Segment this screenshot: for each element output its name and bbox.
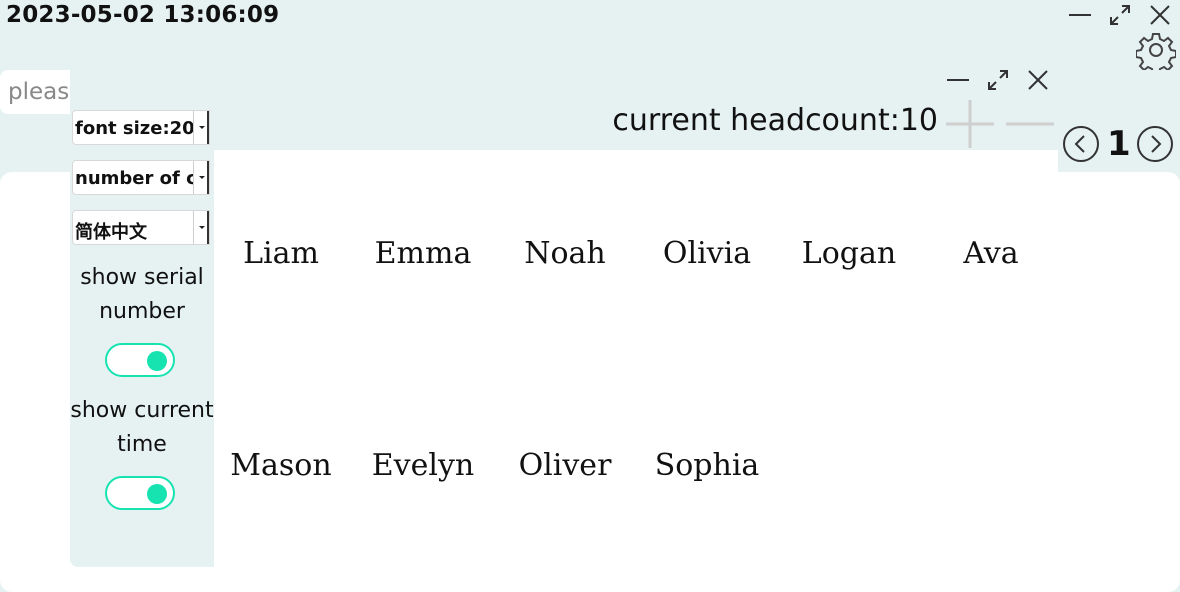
name-cell: Logan: [801, 236, 897, 271]
name-cell: Sophia: [654, 448, 760, 483]
headcount-label: current headcount:: [612, 103, 900, 138]
name-cell: Olivia: [662, 236, 752, 271]
inner-maximize-icon[interactable]: [984, 66, 1012, 94]
language-select-value: 简体中文: [75, 222, 147, 243]
number-select-value: number of columns: [75, 168, 193, 189]
name-cell: Noah: [524, 236, 606, 271]
search-box[interactable]: [0, 70, 70, 114]
show-time-toggle[interactable]: [105, 476, 175, 510]
name-cell: Oliver: [518, 448, 612, 483]
show-serial-toggle[interactable]: [105, 343, 175, 377]
toggle-knob: [147, 351, 167, 371]
font-size-select[interactable]: font size:20: [72, 110, 210, 145]
chevron-right-icon[interactable]: [1136, 125, 1174, 163]
chevron-down-icon[interactable]: [193, 161, 209, 194]
headcount: current headcount:10: [612, 103, 938, 138]
number-select[interactable]: number of columns: [72, 160, 210, 195]
chevron-down-icon[interactable]: [193, 111, 209, 144]
page-number: 1: [1107, 124, 1131, 164]
close-icon[interactable]: [1146, 1, 1174, 29]
minimize-icon[interactable]: [1066, 1, 1094, 29]
name-cell: Ava: [963, 236, 1019, 271]
chevron-down-icon[interactable]: [193, 211, 209, 244]
name-cell: Mason: [230, 448, 332, 483]
inner-close-icon[interactable]: [1024, 66, 1052, 94]
chevron-left-icon[interactable]: [1062, 125, 1100, 163]
current-time: 2023-05-02 13:06:09: [6, 2, 280, 28]
language-select[interactable]: 简体中文: [72, 210, 210, 245]
name-cell: Liam: [243, 236, 319, 271]
name-cell: Emma: [374, 236, 472, 271]
search-input[interactable]: [0, 70, 70, 114]
headcount-value: 10: [899, 103, 938, 138]
show-serial-label: show serial number: [80, 265, 204, 324]
inner-minimize-icon[interactable]: [944, 66, 972, 94]
toggle-knob: [147, 484, 167, 504]
gear-icon[interactable]: [1135, 30, 1177, 75]
show-time-label: show current time: [70, 398, 214, 457]
name-cell: Evelyn: [371, 448, 475, 483]
settings-panel: font size:20 number of columns 简体中文 show…: [70, 106, 214, 567]
add-icon[interactable]: [944, 98, 996, 150]
font-size-select-value: font size:20: [75, 118, 193, 139]
remove-icon[interactable]: [1004, 98, 1056, 150]
names-grid: Liam Emma Noah Olivia Logan Ava Mason Ev…: [214, 150, 1058, 592]
maximize-icon[interactable]: [1106, 1, 1134, 29]
